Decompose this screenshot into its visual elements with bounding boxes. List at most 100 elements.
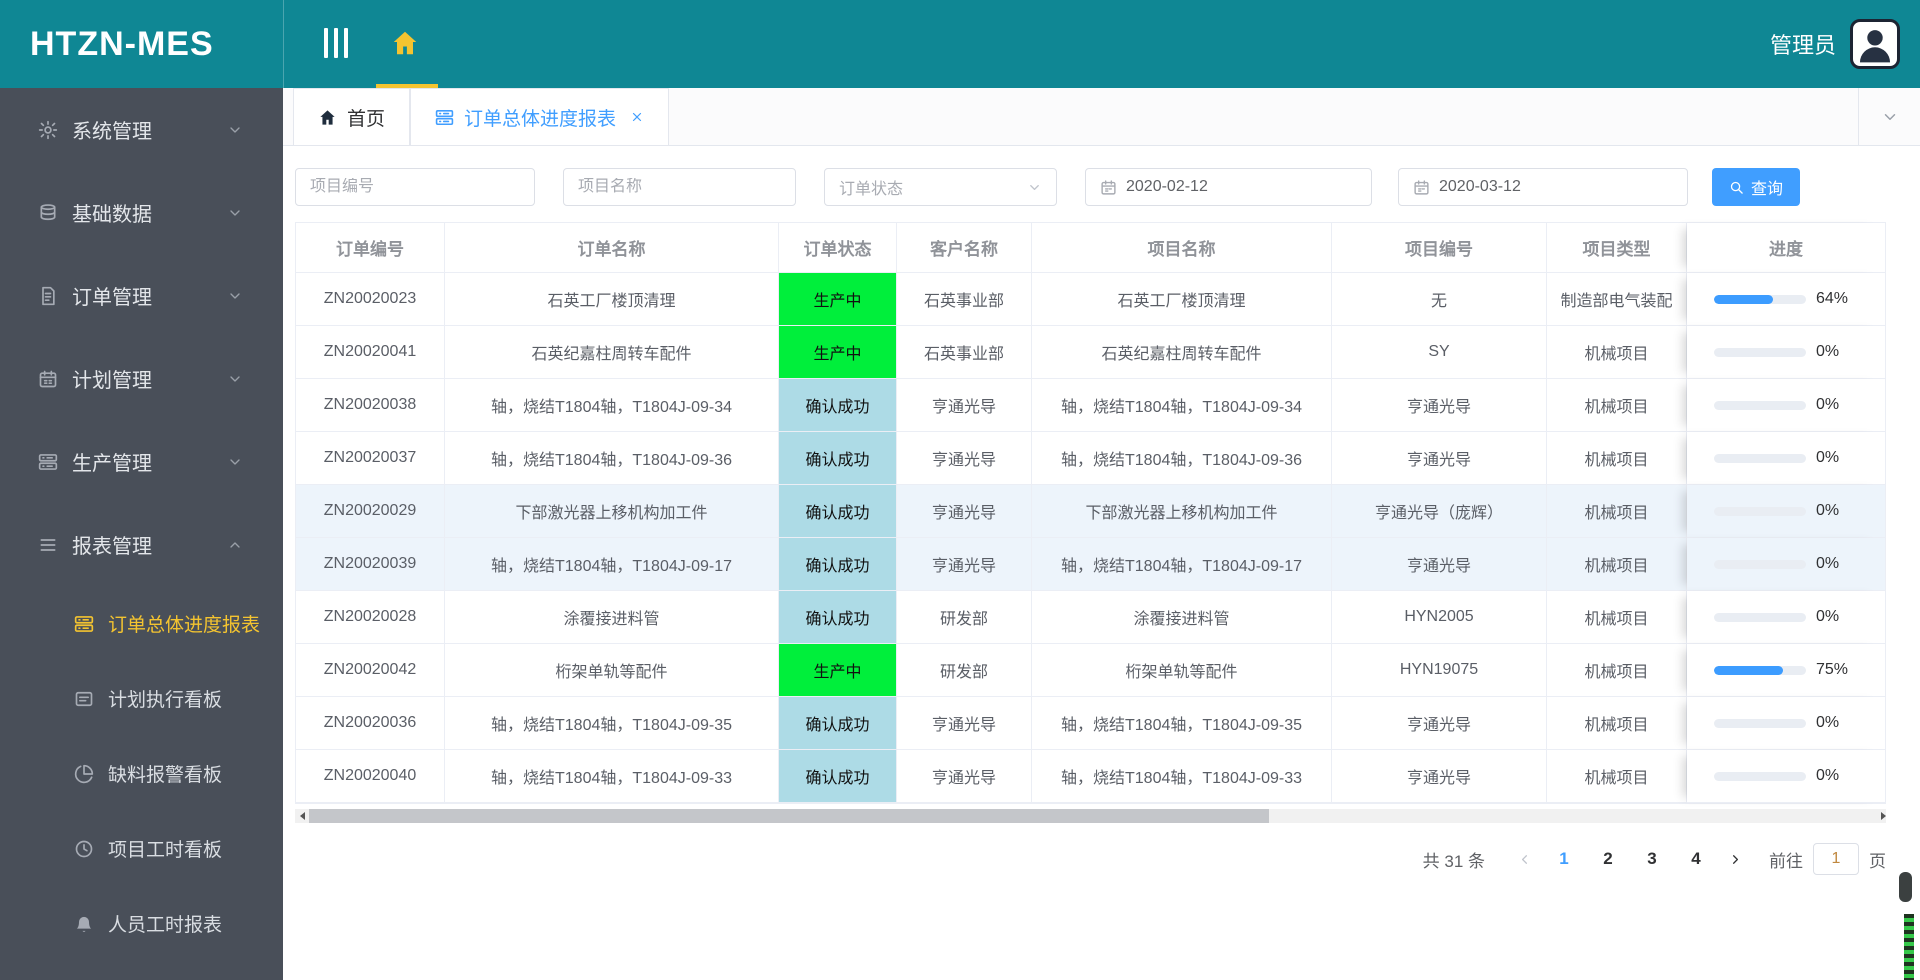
table-row[interactable]: ZN20020036 轴，烧结T1804轴，T1804J-09-35 确认成功 亨通光…: [296, 697, 1885, 750]
table-row[interactable]: ZN20020039 轴，烧结T1804轴，T1804J-09-17 确认成功 亨通光…: [296, 538, 1885, 591]
chevron-down-icon: [227, 122, 243, 138]
sidebar-subitem-4[interactable]: 人员工时报表: [0, 886, 283, 961]
progress-fill: [1714, 665, 1783, 675]
horizontal-scrollbar[interactable]: [295, 809, 1886, 823]
project-name-field[interactable]: [578, 178, 781, 196]
project-no-cell: 亨通光导: [1332, 379, 1547, 432]
sidebar-subitem-2[interactable]: 缺料报警看板: [0, 736, 283, 811]
next-page-button[interactable]: [1718, 852, 1753, 867]
page-button-4[interactable]: 4: [1679, 849, 1713, 869]
date-from-picker[interactable]: 2020-02-12: [1085, 168, 1372, 206]
progress-track: [1714, 559, 1806, 569]
scroll-left-arrow[interactable]: [295, 809, 309, 823]
table-header: 订单编号 订单名称 订单状态 客户名称 项目名称 项目编号 项目类型 进度: [296, 223, 1885, 273]
project-type-cell: 机械项目: [1547, 326, 1687, 379]
project-type-cell: 机械项目: [1547, 697, 1687, 750]
customer-cell: 亨通光导: [897, 697, 1032, 750]
project-no-field[interactable]: [310, 178, 520, 196]
progress-cell: 0%: [1687, 750, 1885, 803]
main-content: 首页 订单总体进度报表 订单状态 2020-02-12: [283, 88, 1920, 980]
progress-bar: 0%: [1714, 502, 1858, 520]
page-button-1[interactable]: 1: [1547, 849, 1581, 869]
sidebar-item-list[interactable]: 报表管理: [0, 503, 283, 586]
goto-page-input[interactable]: [1813, 843, 1859, 875]
order-name-cell: 轴，烧结T1804轴，T1804J-09-36: [445, 432, 779, 485]
customer-cell: 研发部: [897, 644, 1032, 697]
sidebar-item-label: 计划管理: [72, 370, 152, 392]
search-button-label: 查询: [1750, 181, 1783, 198]
sidebar-item-gear[interactable]: 系统管理: [0, 88, 283, 171]
date-to-picker[interactable]: 2020-03-12: [1398, 168, 1688, 206]
sidebar-item-document[interactable]: 订单管理: [0, 254, 283, 337]
search-button[interactable]: 查询: [1712, 168, 1800, 206]
progress-track: [1714, 453, 1806, 463]
project-no-cell: 亨通光导（庞辉）: [1332, 485, 1547, 538]
project-name-cell: 轴，烧结T1804轴，T1804J-09-36: [1032, 432, 1332, 485]
table-row[interactable]: ZN20020023 石英工厂楼顶清理 生产中 石英事业部 石英工厂楼顶清理无制造部电气…: [296, 273, 1885, 326]
progress-label: 0%: [1816, 608, 1840, 625]
project-name-input[interactable]: [563, 168, 796, 206]
order-name-cell: 石英纪嘉柱周转车配件: [445, 326, 779, 379]
tab-bar: 首页 订单总体进度报表: [283, 88, 1920, 146]
sidebar-subitem-label: 订单总体进度报表: [108, 615, 261, 636]
project-no-cell: HYN19075: [1332, 644, 1547, 697]
list-icon: [38, 535, 58, 555]
table-row[interactable]: ZN20020038 轴，烧结T1804轴，T1804J-09-34 确认成功 亨通光…: [296, 379, 1885, 432]
vertical-scrollbar-thumb[interactable]: [1899, 872, 1912, 902]
project-no-cell: 无: [1332, 273, 1547, 326]
page-button-3[interactable]: 3: [1635, 849, 1669, 869]
scroll-right-arrow[interactable]: [1872, 809, 1886, 823]
table-row[interactable]: ZN20020037 轴，烧结T1804轴，T1804J-09-36 确认成功 亨通光…: [296, 432, 1885, 485]
project-no-cell: 亨通光导: [1332, 697, 1547, 750]
goto-label: 前往: [1769, 851, 1803, 871]
progress-cell: 64%: [1687, 273, 1885, 326]
page-numbers: 1234: [1542, 849, 1718, 869]
status-badge: 确认成功: [779, 432, 897, 485]
table-row[interactable]: ZN20020041 石英纪嘉柱周转车配件 生产中 石英事业部 石英纪嘉柱周转车配件 SY…: [296, 326, 1885, 379]
home-icon[interactable]: [390, 28, 420, 58]
page-button-2[interactable]: 2: [1591, 849, 1625, 869]
sidebar-subitem-label: 计划执行看板: [108, 690, 223, 711]
order-status-select[interactable]: 订单状态: [824, 168, 1057, 206]
sidebar-subitem-3[interactable]: 项目工时看板: [0, 811, 283, 886]
status-badge: 生产中: [779, 273, 897, 326]
order-no-cell: ZN20020036: [296, 697, 445, 750]
column-header: 订单编号: [296, 223, 445, 273]
customer-cell: 亨通光导: [897, 485, 1032, 538]
order-no-cell: ZN20020037: [296, 432, 445, 485]
customer-cell: 研发部: [897, 591, 1032, 644]
sidebar-subitem-label: 缺料报警看板: [108, 765, 223, 786]
progress-track: [1714, 400, 1806, 410]
sidebar-item-server[interactable]: 生产管理: [0, 420, 283, 503]
progress-bar: 64%: [1714, 290, 1858, 308]
order-no-cell: ZN20020041: [296, 326, 445, 379]
chevron-down-icon: [1027, 180, 1042, 195]
top-navbar: 管理员: [283, 0, 1920, 88]
sidebar-subitem-1[interactable]: 计划执行看板: [0, 661, 283, 736]
project-type-cell: 机械项目: [1547, 485, 1687, 538]
table-row[interactable]: ZN20020040 轴，烧结T1804轴，T1804J-09-33 确认成功 亨通光…: [296, 750, 1885, 803]
horizontal-scrollbar-thumb[interactable]: [309, 809, 1269, 823]
project-no-input[interactable]: [295, 168, 535, 206]
sidebar-item-calendar[interactable]: 计划管理: [0, 337, 283, 420]
tab-1[interactable]: 订单总体进度报表: [410, 88, 670, 146]
user-menu[interactable]: 管理员: [1770, 0, 1900, 88]
tab-options-button[interactable]: [1858, 88, 1920, 146]
server-icon: [38, 452, 58, 472]
order-no-cell: ZN20020023: [296, 273, 445, 326]
sidebar-subitem-0[interactable]: 订单总体进度报表: [0, 586, 283, 661]
table-row[interactable]: ZN20020042 桁架单轨等配件 生产中 研发部 桁架单轨等配件 HYN19075 机械…: [296, 644, 1885, 697]
order-name-cell: 石英工厂楼顶清理: [445, 273, 779, 326]
chevron-down-icon: [227, 288, 243, 304]
table-row[interactable]: ZN20020028 涂覆接进料管 确认成功 研发部 涂覆接进料管 HYN2005 机械项目…: [296, 591, 1885, 644]
sidebar-collapse-icon[interactable]: [324, 28, 348, 58]
tab-label: 首页: [347, 108, 386, 130]
table-header-row: 订单编号 订单名称 订单状态 客户名称 项目名称 项目编号 项目类型 进度: [296, 223, 1885, 273]
project-type-cell: 机械项目: [1547, 432, 1687, 485]
tab-0[interactable]: 首页: [293, 88, 411, 146]
avatar[interactable]: [1850, 19, 1900, 69]
prev-page-button[interactable]: [1507, 852, 1542, 867]
sidebar-item-database[interactable]: 基础数据: [0, 171, 283, 254]
progress-fill: [1714, 294, 1773, 304]
table-row[interactable]: ZN20020029 下部激光器上移机构加工件 确认成功 亨通光导 下部激光器上移机构加…: [296, 485, 1885, 538]
